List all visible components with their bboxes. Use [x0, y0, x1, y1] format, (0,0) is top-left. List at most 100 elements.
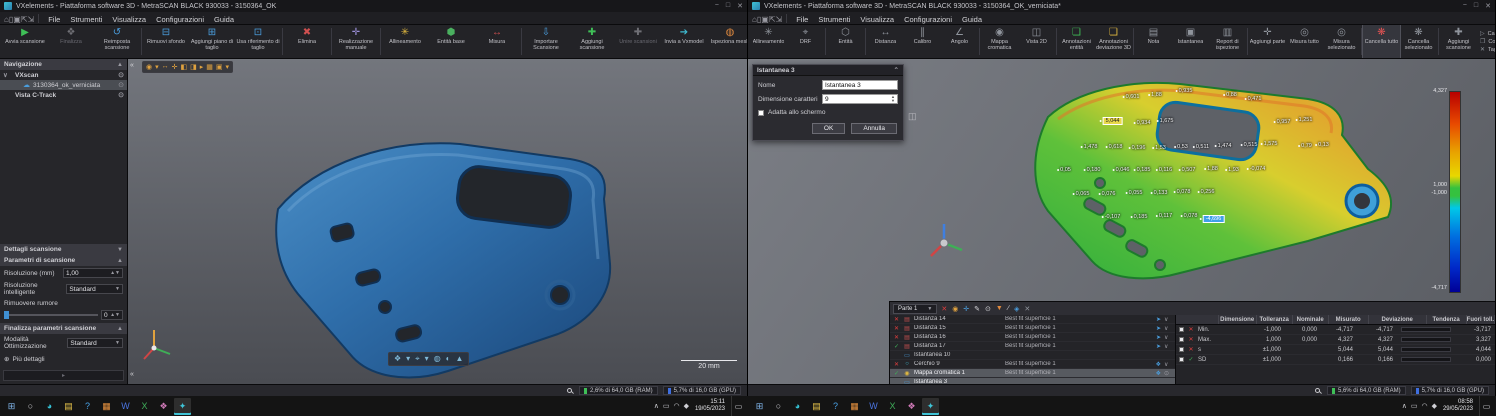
noise-value-input[interactable]: 0▲▼ [101, 310, 123, 320]
table-column-header[interactable]: Fuori toll. [1467, 315, 1495, 324]
ribbon-button[interactable]: ✚ Unire scansioni [615, 25, 661, 58]
excel-icon[interactable]: X [136, 398, 153, 415]
viewport-tool-icon[interactable]: ↔ [162, 63, 169, 71]
viewport-tool-icon[interactable]: ▾ [226, 63, 230, 71]
deviation-annotation[interactable]: 0,511 [1193, 144, 1209, 150]
viewport-tool-icon[interactable]: ◨ [190, 63, 197, 71]
optimization-mode-select[interactable]: Standard▼ [67, 338, 123, 348]
deviation-annotation[interactable]: 0,515 [1241, 142, 1258, 148]
fit-icon[interactable]: ➤ [1156, 316, 1161, 323]
collapse-panel-icon[interactable]: « [130, 62, 134, 69]
ribbon-button[interactable]: ▤ Nota [1135, 25, 1172, 58]
panel-tool-icon[interactable]: ✕ [941, 305, 947, 313]
viewport-tool-icon[interactable]: ▸ [200, 63, 204, 71]
ribbon-button[interactable]: ↔ Distanza [867, 25, 904, 58]
viewport-tool-icon[interactable]: ✛ [172, 63, 178, 71]
ribbon-button[interactable]: ⊟ Rimuovi sfondo [143, 25, 189, 58]
fit-icon[interactable]: ➤ [1156, 334, 1161, 341]
scan-parameters-header[interactable]: Parametri di scansione▲ [0, 255, 127, 266]
ribbon-button[interactable]: ▥ Report di ispezione [1209, 25, 1246, 58]
edge-icon[interactable]: ◕ [789, 398, 806, 415]
view-option-icon[interactable]: ◐ [446, 354, 451, 364]
ribbon-button[interactable]: ✚ Aggiungi scansione [1440, 25, 1477, 58]
view-option-icon[interactable]: ▾ [406, 354, 410, 364]
expand-icon[interactable]: ⊙ [1164, 370, 1172, 377]
deviation-annotation[interactable]: 0,471 [1245, 96, 1262, 102]
inspection-list-row[interactable]: ✓ ◉ Mappa cromatica 1 Best fit superfici… [890, 369, 1175, 378]
panel-tool-icon[interactable]: ◈ [1014, 305, 1019, 313]
fit-to-screen-checkbox[interactable] [758, 110, 764, 116]
expand-icon[interactable]: ∨ [1164, 334, 1172, 341]
table-column-header[interactable]: Misurato [1329, 315, 1369, 324]
search-icon[interactable]: ○ [22, 398, 39, 415]
deviation-annotation[interactable]: -0,074 [1247, 166, 1266, 172]
ribbon-button[interactable]: ⊡ Usa riferimento di taglio [235, 25, 281, 58]
deviation-annotation[interactable]: 1,474 [1215, 143, 1232, 149]
scan-details-header[interactable]: Dettagli scansione▼ [0, 244, 127, 255]
visibility-eye-icon[interactable]: ⊙ [118, 91, 124, 99]
tree-expander-icon[interactable]: ∨ [3, 71, 9, 79]
fit-icon[interactable]: ➤ [1156, 325, 1161, 332]
deviation-annotation[interactable]: 1,88 [1204, 166, 1218, 172]
deviation-annotation[interactable]: 0,116 [1156, 167, 1172, 173]
menu-item[interactable]: Strumenti [65, 15, 107, 24]
fit-icon[interactable]: ❖ [1156, 361, 1161, 368]
ribbon-button[interactable] [380, 28, 381, 55]
save-icon[interactable]: ▣ [761, 15, 769, 24]
ribbon-button[interactable]: ❏ Annotazioni entità [1058, 25, 1095, 58]
ribbon-button[interactable]: ✳ Allineamento [750, 25, 787, 58]
visibility-eye-icon[interactable]: ⊙ [118, 71, 124, 79]
close-button[interactable]: ✕ [737, 2, 743, 10]
more-details-link[interactable]: ⊕ Più dettagli [0, 352, 127, 366]
resolution-input[interactable]: 1,00▲▼ [63, 268, 123, 278]
ribbon-button[interactable]: ✳ Allineamento [382, 25, 428, 58]
row-checkbox[interactable] [1176, 357, 1186, 362]
deviation-annotation[interactable]: 0,507 [1179, 167, 1196, 173]
ribbon-button[interactable] [865, 28, 866, 55]
ribbon-button[interactable]: ❋ Cancella selezionato [1400, 25, 1437, 58]
ribbon-button[interactable]: ✖ Elimina [284, 25, 330, 58]
panel-tool-icon[interactable]: ✛ [963, 305, 969, 313]
ribbon-button[interactable]: ❏ Annotazioni deviazione 3D [1095, 25, 1132, 58]
zoom-magnifier-icon[interactable] [567, 388, 572, 393]
menu-item[interactable]: File [43, 15, 65, 24]
minimize-button[interactable]: − [1463, 2, 1467, 10]
ribbon-button[interactable] [1438, 28, 1439, 55]
ribbon-button[interactable]: ∥ Calibro [904, 25, 941, 58]
ribbon-button[interactable]: ✛ Realizzazione manuale [333, 25, 379, 58]
copy-menu-item[interactable]: ❐Copia [1480, 38, 1495, 45]
maximize-button[interactable]: □ [1474, 2, 1478, 10]
table-row[interactable]: ✕ s ±1,000 5,044 5,044 4,044 [1176, 345, 1495, 355]
panel-tool-icon[interactable]: ▼ [996, 305, 1003, 313]
paint-icon[interactable]: ❖ [903, 398, 920, 415]
table-column-header[interactable]: Tendenza [1427, 315, 1467, 324]
deviation-annotation[interactable]: 0,88 [1223, 92, 1237, 98]
ribbon-button[interactable]: ⬡ Entità [827, 25, 864, 58]
deviation-annotation[interactable]: 1,53 [1152, 145, 1166, 151]
deviation-annotation[interactable]: 0,13 [1315, 142, 1329, 148]
table-row[interactable]: ✕ Min. -1,000 0,000 -4,717 -4,717 -3,717 [1176, 325, 1495, 335]
ribbon-button[interactable]: ❋ Cancella tutto [1363, 25, 1400, 58]
expand-icon[interactable]: ∨ [1164, 316, 1172, 323]
menu-item[interactable]: File [791, 15, 813, 24]
panel-tool-icon[interactable]: ✕ [1024, 305, 1030, 313]
ribbon-button[interactable] [979, 28, 980, 55]
ribbon-button[interactable] [825, 28, 826, 55]
delete-menu-item[interactable]: ▷Cancella [1480, 30, 1495, 37]
tree-item[interactable]: ∨ VXscan ⊙ [0, 70, 127, 80]
ribbon-button[interactable] [1247, 28, 1248, 55]
menu-item[interactable]: Configurazioni [151, 15, 209, 24]
taskbar-clock[interactable]: 15:1119/05/2023 [691, 399, 729, 413]
cancel-button[interactable]: Annulla [851, 123, 897, 134]
view-cube-icon[interactable]: ◫ [908, 111, 917, 122]
fit-icon[interactable]: ❖ [1156, 370, 1161, 377]
tray-icon[interactable]: ▭ [663, 402, 670, 410]
row-checkbox[interactable] [1176, 337, 1186, 342]
vxelements-icon[interactable]: ✦ [174, 398, 191, 415]
deviation-annotation[interactable]: 0,256 [1198, 189, 1215, 195]
start-icon[interactable]: ⊞ [751, 398, 768, 415]
view-option-icon[interactable]: ▲ [456, 354, 464, 364]
smart-resolution-select[interactable]: Standard▼ [66, 284, 123, 294]
right-3d-viewport[interactable]: 0,601 1,88 0,935 0,88 [748, 59, 1495, 384]
left-3d-viewport[interactable]: « « ◉▾↔✛◧◨▸▦▣▾ [128, 59, 747, 384]
